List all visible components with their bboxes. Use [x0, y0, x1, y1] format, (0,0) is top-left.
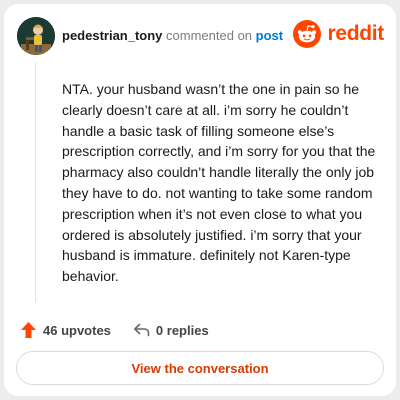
upvote-count: 46 upvotes	[43, 322, 111, 338]
view-conversation-button[interactable]: View the conversation	[16, 351, 384, 385]
reply-arrow-icon	[133, 323, 150, 337]
upvote-button[interactable]: 46 upvotes	[20, 321, 111, 339]
avatar-image	[17, 17, 55, 55]
thread-line	[35, 62, 36, 302]
reddit-wordmark: reddit	[327, 22, 384, 45]
reddit-snoo-icon	[293, 20, 322, 48]
commented-on-label: commented on	[162, 28, 256, 43]
reply-count: 0 replies	[155, 322, 209, 338]
avatar[interactable]	[17, 17, 55, 55]
comment-actions: 46 upvotes 0 replies	[20, 319, 209, 341]
comment-body: NTA. your husband wasn’t the one in pain…	[62, 81, 376, 285]
reply-button[interactable]: 0 replies	[133, 322, 209, 338]
reddit-logo[interactable]: reddit	[292, 19, 384, 49]
username[interactable]: pedestrian_tony	[62, 28, 162, 43]
comment-header: pedestrian_tony commented on post	[62, 28, 283, 46]
post-link[interactable]: post	[256, 28, 283, 43]
comment-card: pedestrian_tony commented on post reddit…	[4, 4, 396, 396]
upvote-arrow-icon	[21, 322, 36, 338]
